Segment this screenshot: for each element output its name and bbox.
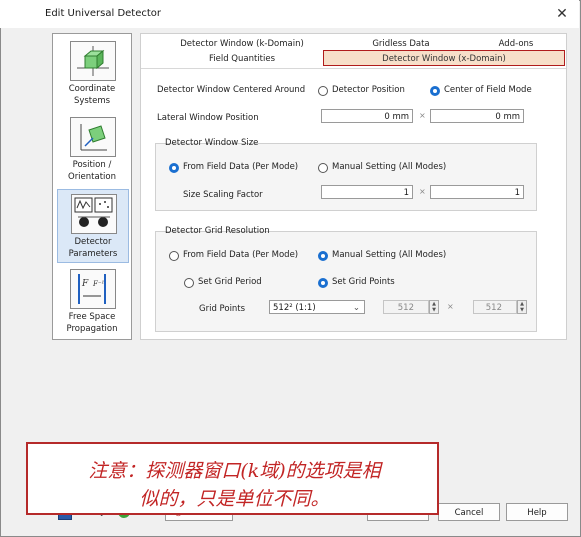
grid-resolution-title: Detector Grid Resolution bbox=[165, 226, 270, 236]
set-grid-period-label: Set Grid Period bbox=[198, 277, 262, 287]
radio-size-manual-setting[interactable] bbox=[318, 163, 328, 173]
close-button[interactable]: ✕ bbox=[552, 4, 572, 24]
lateral-x-input[interactable]: 0 mm bbox=[321, 109, 413, 123]
grid-from-field-data-label: From Field Data (Per Mode) bbox=[183, 250, 299, 260]
tab-field-quantities[interactable]: Field Quantities bbox=[157, 54, 327, 64]
center-of-field-mode-label: Center of Field Mode bbox=[444, 85, 532, 95]
position-orientation-icon bbox=[70, 117, 116, 157]
centered-around-label: Detector Window Centered Around bbox=[157, 85, 306, 95]
svg-text:F⁻¹: F⁻¹ bbox=[92, 280, 105, 288]
scale-y-input[interactable]: 1 bbox=[430, 185, 524, 199]
times-sign: × bbox=[419, 187, 426, 196]
lateral-y-input[interactable]: 0 mm bbox=[430, 109, 524, 123]
tab-detector-window-k-domain[interactable]: Detector Window (k-Domain) bbox=[157, 39, 327, 49]
tab-add-ons[interactable]: Add-ons bbox=[476, 39, 556, 49]
grid-manual-setting-label: Manual Setting (All Modes) bbox=[332, 250, 447, 260]
nav-label: Position / bbox=[72, 160, 112, 170]
chevron-down-icon: ⌄ bbox=[352, 303, 360, 313]
radio-center-of-field-mode[interactable] bbox=[430, 86, 440, 96]
grid-points-select[interactable]: 512² (1:1) ⌄ bbox=[269, 300, 365, 314]
detector-position-label: Detector Position bbox=[332, 85, 405, 95]
window-size-group bbox=[155, 143, 537, 211]
nav-item-coordinate-systems[interactable]: Coordinate Systems bbox=[57, 37, 127, 109]
radio-size-from-field-data[interactable] bbox=[169, 163, 179, 173]
content-panel: Detector Window (k-Domain) Gridless Data… bbox=[140, 33, 567, 340]
nav-label: Propagation bbox=[66, 324, 118, 334]
spin-up-down-icon[interactable]: ▲ ▼ bbox=[517, 300, 527, 314]
radio-detector-position[interactable] bbox=[318, 86, 328, 96]
nav-label: Parameters bbox=[68, 249, 118, 259]
grid-points-label: Grid Points bbox=[199, 304, 246, 314]
annotation-callout: 注意：探测器窗口(k域)的选项是相 似的，只是单位不同。 bbox=[26, 442, 439, 515]
coordinate-cube-icon bbox=[70, 41, 116, 81]
nav-label: Systems bbox=[73, 96, 111, 106]
times-sign: × bbox=[419, 111, 426, 120]
size-from-field-data-label: From Field Data (Per Mode) bbox=[183, 162, 299, 172]
nav-item-detector-parameters[interactable]: Detector Parameters bbox=[57, 189, 129, 263]
grid-points-y-input[interactable]: 512 bbox=[473, 300, 517, 314]
tab-divider bbox=[141, 68, 566, 69]
window-size-title: Detector Window Size bbox=[165, 138, 259, 148]
nav-panel: Coordinate Systems Position / Orientation bbox=[52, 33, 132, 340]
detector-parameters-icon bbox=[71, 194, 117, 234]
radio-set-grid-points[interactable] bbox=[318, 278, 328, 288]
nav-label: Detector bbox=[74, 237, 112, 247]
nav-item-free-space-propagation[interactable]: F F⁻¹ Free Space Propagation bbox=[57, 265, 127, 337]
tab-detector-window-x-domain[interactable]: Detector Window (x-Domain) bbox=[323, 50, 565, 66]
size-manual-setting-label: Manual Setting (All Modes) bbox=[332, 162, 447, 172]
nav-item-position-orientation[interactable]: Position / Orientation bbox=[57, 113, 127, 185]
annotation-line-2: 似的，只是单位不同。 bbox=[139, 488, 330, 510]
radio-set-grid-period[interactable] bbox=[184, 278, 194, 288]
nav-label: Orientation bbox=[68, 172, 116, 182]
annotation-line-1: 注意：探测器窗口(k域)的选项是相 bbox=[88, 460, 381, 482]
size-scaling-factor-label: Size Scaling Factor bbox=[183, 190, 263, 200]
cancel-button[interactable]: Cancel bbox=[438, 503, 500, 521]
help-button[interactable]: Help bbox=[506, 503, 568, 521]
tab-gridless-data[interactable]: Gridless Data bbox=[341, 39, 461, 49]
spin-up-down-icon[interactable]: ▲ ▼ bbox=[429, 300, 439, 314]
lateral-window-position-label: Lateral Window Position bbox=[157, 113, 259, 123]
svg-text:F: F bbox=[81, 279, 89, 289]
radio-grid-from-field-data[interactable] bbox=[169, 251, 179, 261]
times-sign: × bbox=[447, 302, 454, 311]
grid-points-x-input[interactable]: 512 bbox=[383, 300, 429, 314]
grid-points-select-value: 512² (1:1) bbox=[273, 303, 316, 313]
nav-label: Free Space bbox=[68, 312, 116, 322]
radio-grid-manual-setting[interactable] bbox=[318, 251, 328, 261]
nav-label: Coordinate bbox=[68, 84, 116, 94]
scale-x-input[interactable]: 1 bbox=[321, 185, 413, 199]
set-grid-points-label: Set Grid Points bbox=[332, 277, 395, 287]
fourier-transform-icon: F F⁻¹ bbox=[70, 269, 116, 309]
dialog-title: Edit Universal Detector bbox=[45, 8, 162, 19]
